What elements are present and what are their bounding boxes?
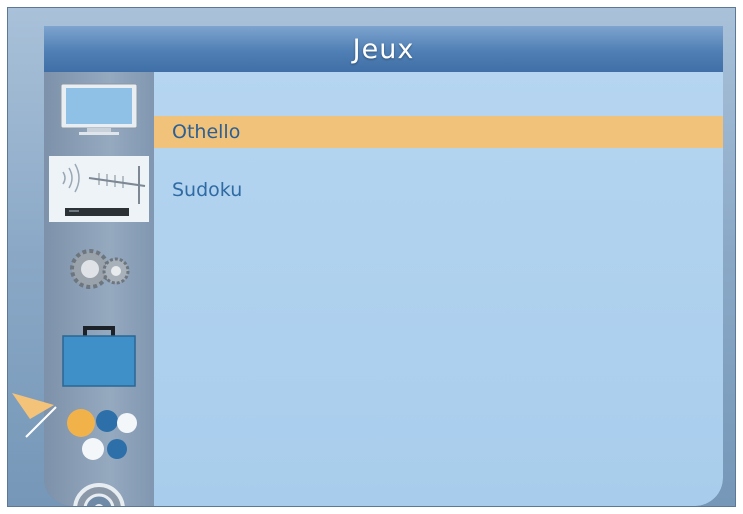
content-area: Othello Sudoku [154,72,723,506]
tv-icon [60,83,138,135]
disc-icon [73,483,125,506]
sidebar-item-reception[interactable] [44,154,154,224]
page-title: Jeux [352,33,415,65]
menu-item-label: Othello [172,121,241,143]
menu-item-othello[interactable]: Othello [154,116,723,148]
sidebar-item-tools[interactable] [44,322,154,390]
header-bar: Jeux [44,26,723,72]
gears-icon [70,249,130,289]
toolbox-icon [62,326,136,387]
sidebar-item-media[interactable] [44,482,154,506]
menu-item-label: Sudoku [172,179,243,201]
selection-pointer-icon [12,393,57,438]
sidebar-item-settings[interactable] [44,244,154,294]
antenna-receiver-icon [49,156,149,222]
sidebar-item-tv[interactable] [44,80,154,140]
menu-item-sudoku[interactable]: Sudoku [154,174,723,206]
menu-panel: Jeux Othello Sudoku [44,26,723,506]
games-balls-icon [67,409,137,460]
screen-frame: Jeux Othello Sudoku [7,7,736,507]
